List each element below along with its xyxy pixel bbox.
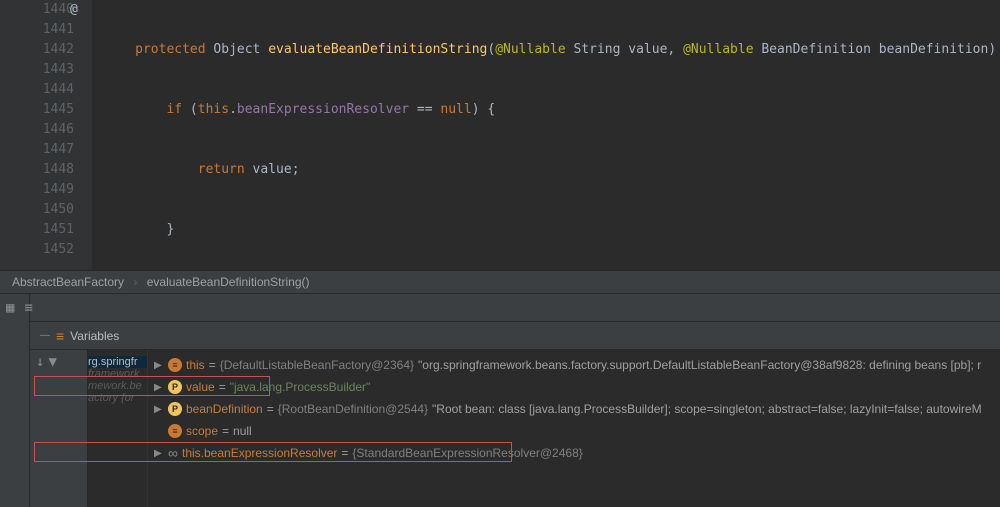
frames-list[interactable]: rg.springfr framework. mework.be actory … (88, 350, 148, 507)
variables-tree[interactable]: ▶ ≡ this = {DefaultListableBeanFactory@2… (148, 350, 1000, 507)
debug-tool-window-tabs[interactable] (0, 322, 30, 507)
breadcrumb-method[interactable]: evaluateBeanDefinitionString() (147, 275, 310, 289)
variables-header: — ≡ Variables (30, 322, 1000, 350)
expand-icon[interactable]: ▶ (154, 448, 164, 459)
object-icon: ≡ (168, 358, 182, 372)
override-icon: @ (70, 0, 78, 20)
expand-icon[interactable]: ▶ (154, 382, 164, 393)
var-this[interactable]: ▶ ≡ this = {DefaultListableBeanFactory@2… (148, 354, 1000, 376)
line-gutter: @ 1440 1441 1442 1443 1444 1445 1446 144… (0, 0, 92, 270)
var-scope[interactable]: ▶ ≡ scope = null (148, 420, 1000, 442)
object-icon: ≡ (168, 424, 182, 438)
list-icon[interactable]: ≡ (24, 300, 32, 316)
expand-icon[interactable]: ▶ (154, 404, 164, 415)
download-icon[interactable]: ↓ (36, 354, 44, 376)
var-beandefinition[interactable]: ▶ P beanDefinition = {RootBeanDefinition… (148, 398, 1000, 420)
param-icon: P (168, 402, 182, 416)
code-editor[interactable]: protected Object evaluateBeanDefinitionS… (92, 0, 1000, 270)
var-value[interactable]: ▶ P value = "java.lang.ProcessBuilder" (148, 376, 1000, 398)
layout-icon[interactable]: ▦ (6, 300, 14, 316)
list-icon: ≡ (56, 328, 64, 344)
var-beanexpressionresolver[interactable]: ▶ ∞ this.beanExpressionResolver = {Stand… (148, 442, 1000, 464)
debug-actions-column: ↓ ▼ (30, 350, 88, 507)
expand-icon[interactable]: ▶ (154, 360, 164, 371)
param-icon: P (168, 380, 182, 394)
chevron-right-icon: › (133, 275, 137, 289)
breadcrumb-class[interactable]: AbstractBeanFactory (12, 275, 124, 289)
filter-icon[interactable]: ▼ (48, 354, 56, 376)
breadcrumb[interactable]: AbstractBeanFactory › evaluateBeanDefini… (0, 270, 1000, 294)
watch-icon: ∞ (168, 445, 178, 461)
